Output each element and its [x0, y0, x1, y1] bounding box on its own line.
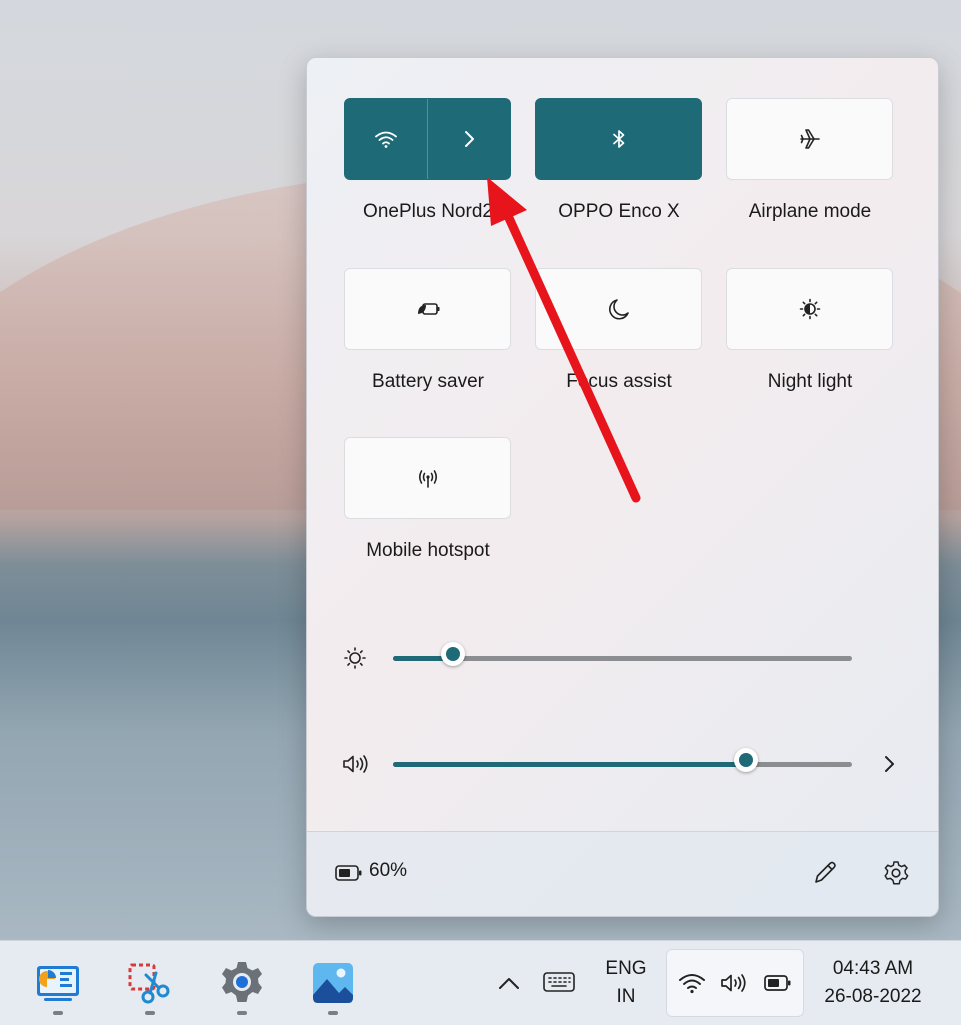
keyboard-icon[interactable]	[542, 969, 576, 995]
taskbar-running-indicator	[145, 1011, 155, 1015]
wifi-expand-button[interactable]	[428, 99, 510, 179]
quick-settings-footer: 60%	[307, 831, 938, 916]
system-tray-status[interactable]	[666, 949, 804, 1017]
brightness-slider-thumb[interactable]	[440, 642, 465, 666]
taskbar: ENG IN 04:43 AM 26-08-2022	[0, 940, 961, 1025]
photos-app-icon[interactable]	[309, 959, 357, 1007]
clock-time: 04:43 AM	[832, 958, 914, 979]
wifi-toggle[interactable]	[345, 99, 427, 179]
battery-icon[interactable]	[334, 862, 364, 884]
volume-slider-thumb[interactable]	[734, 748, 759, 772]
battery-saver-icon	[417, 303, 439, 315]
wifi-status-icon	[679, 974, 705, 994]
battery-saver-label: Battery saver	[372, 371, 484, 392]
clock[interactable]: 04:43 AM 26-08-2022	[812, 955, 934, 1011]
airplane-mode-label: Airplane mode	[748, 201, 872, 222]
chevron-up-icon[interactable]	[495, 971, 523, 995]
focus-assist-label: Focus assist	[566, 371, 672, 392]
gear-icon[interactable]	[881, 858, 911, 888]
night-light-icon	[799, 298, 820, 320]
volume-row	[307, 744, 938, 784]
night-light-tile[interactable]	[726, 268, 893, 350]
quick-settings-panel: OnePlus Nord2 OPPO Enco X Airplane mode …	[306, 57, 939, 917]
wifi-tile-label: OnePlus Nord2	[363, 201, 493, 222]
language-indicator[interactable]: ENG IN	[598, 955, 654, 1011]
dashboard-app-icon[interactable]	[34, 959, 82, 1007]
taskbar-running-indicator	[53, 1011, 63, 1015]
airplane-icon	[799, 129, 820, 149]
volume-status-icon	[721, 974, 746, 992]
language-region: IN	[616, 986, 636, 1007]
bluetooth-tile-label: OPPO Enco X	[558, 201, 680, 222]
brightness-icon	[344, 647, 366, 669]
moon-icon	[608, 299, 629, 320]
bluetooth-tile[interactable]	[535, 98, 702, 180]
airplane-mode-tile[interactable]	[726, 98, 893, 180]
taskbar-running-indicator	[237, 1011, 247, 1015]
speaker-icon	[343, 755, 368, 773]
night-light-label: Night light	[767, 371, 853, 392]
snipping-tool-icon[interactable]	[126, 959, 174, 1007]
wifi-icon	[375, 131, 397, 148]
pencil-icon[interactable]	[810, 858, 840, 888]
taskbar-running-indicator	[328, 1011, 338, 1015]
mobile-hotspot-tile[interactable]	[344, 437, 511, 519]
mobile-hotspot-label: Mobile hotspot	[366, 540, 490, 561]
chevron-right-icon	[465, 131, 474, 147]
volume-slider-track[interactable]	[393, 762, 852, 767]
audio-output-chevron-icon[interactable]	[877, 752, 901, 776]
language-code: ENG	[605, 958, 647, 979]
settings-app-icon[interactable]	[218, 959, 266, 1007]
hotspot-icon	[418, 470, 437, 488]
battery-saver-tile[interactable]	[344, 268, 511, 350]
bluetooth-icon	[612, 130, 624, 148]
wifi-tile[interactable]	[344, 98, 511, 180]
focus-assist-tile[interactable]	[535, 268, 702, 350]
clock-date: 26-08-2022	[824, 986, 922, 1007]
volume-slider-fill	[393, 762, 747, 767]
brightness-row	[307, 638, 938, 678]
battery-percentage: 60%	[369, 860, 408, 881]
battery-status-icon	[764, 975, 791, 991]
